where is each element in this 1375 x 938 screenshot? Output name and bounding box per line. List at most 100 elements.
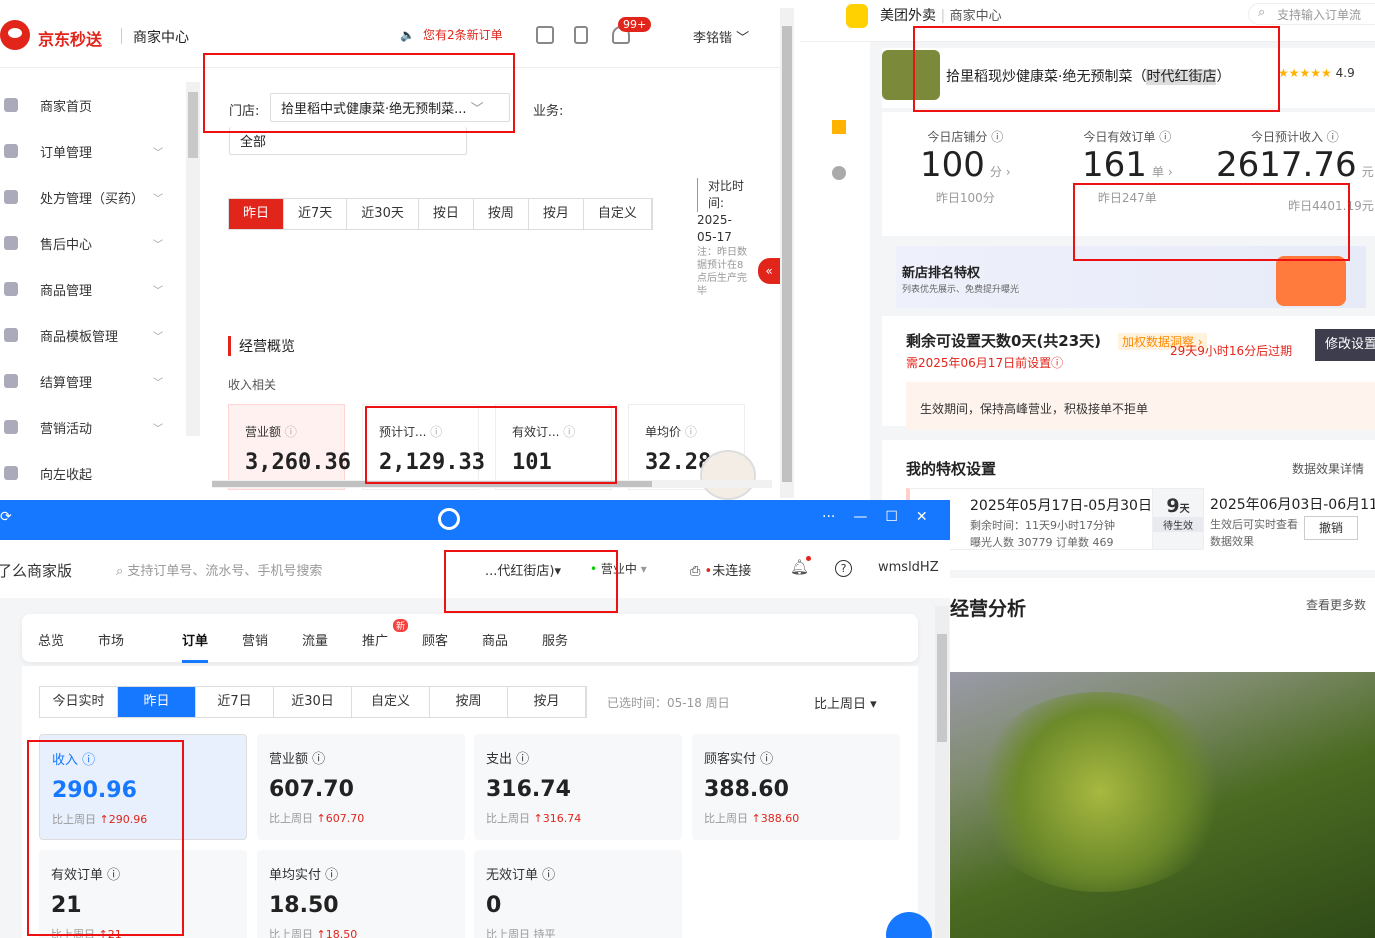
notify-badge: 99+ <box>618 17 652 32</box>
assistant-mascot-icon[interactable] <box>700 450 756 500</box>
nav-tab[interactable]: 推广 <box>362 630 388 649</box>
vertical-scrollbar[interactable] <box>780 8 794 498</box>
date-tab[interactable]: 按周 <box>474 199 529 229</box>
v-scroll-thumb[interactable] <box>782 26 792 482</box>
help-icon: ⓘ <box>684 425 697 439</box>
nav-tab[interactable]: 商品 <box>482 630 508 649</box>
refresh-icon[interactable]: ⟳ <box>0 509 12 525</box>
kpi-income[interactable]: 今日预计收入 ⓘ 2617.76 元 昨日4401.19元 <box>1216 128 1374 214</box>
new-order-alert[interactable]: 🔈 您有2条新订单 <box>400 26 503 43</box>
metric-card[interactable]: 单均实付 ⓘ 18.50 比上周日 ↑18.50 <box>257 850 465 938</box>
close-icon[interactable]: ✕ <box>916 509 928 525</box>
biz-more-link[interactable]: 查看更多数 <box>1306 596 1366 613</box>
date-tab[interactable]: 按日 <box>419 199 474 229</box>
store-label: 门店: <box>229 104 260 119</box>
business-select[interactable]: 全部 <box>229 127 467 155</box>
store-select[interactable]: 拾里稻中式健康菜·绝无预制菜... ﹀ <box>270 93 510 122</box>
sidebar-item[interactable]: 处方管理（买药） ﹀ <box>0 174 185 220</box>
business-status[interactable]: • 营业中 ▾ <box>590 560 647 577</box>
priv-period-2[interactable]: 2025年06月03日-06月11 生效后可实时查看 数据效果 撤销 <box>1204 488 1375 550</box>
nav-tab[interactable]: 流量 <box>302 630 328 649</box>
help-icon[interactable]: ? <box>835 560 852 577</box>
metric-value: 18.50 <box>269 893 339 918</box>
date-tab[interactable]: 按月 <box>508 687 586 717</box>
compare-select[interactable]: 比上周日 ▾ <box>814 693 877 712</box>
metric-valid-orders[interactable]: 有效订... ⓘ 101 <box>495 404 612 490</box>
nav-tab[interactable]: 服务 <box>542 630 568 649</box>
date-tab[interactable]: 近30天 <box>347 199 419 229</box>
collapse-tab[interactable]: « <box>758 258 780 284</box>
user-name[interactable]: wmsldHZ <box>878 560 939 575</box>
metric-estimated[interactable]: 预计订... ⓘ 2,129.33 <box>362 404 485 490</box>
date-tab[interactable]: 近7日 <box>196 687 274 717</box>
sidebar-item-label: 营销活动 <box>40 421 93 437</box>
date-tab[interactable]: 自定义 <box>352 687 430 717</box>
date-tab[interactable]: 按周 <box>430 687 508 717</box>
date-tab[interactable]: 自定义 <box>584 199 652 229</box>
nav-tab[interactable]: 顾客 <box>422 630 448 649</box>
ele-scroll-thumb[interactable] <box>937 634 947 742</box>
sidebar-item-label: 商品管理 <box>40 283 93 299</box>
pie-icon[interactable] <box>832 166 846 180</box>
sidebar-item[interactable]: 售后中心 ﹀ <box>0 220 185 266</box>
modify-settings-button[interactable]: 修改设置 <box>1315 329 1375 361</box>
user-menu[interactable]: 李铭锴 ﹀ <box>693 27 749 46</box>
date-tab[interactable]: 近7天 <box>284 199 348 229</box>
sidebar-item-label: 商品模板管理 <box>40 329 119 345</box>
metric-card[interactable]: 有效订单 ⓘ 21 比上周日 ↑21 <box>39 850 247 938</box>
date-tab[interactable]: 今日实时 <box>40 687 118 717</box>
nav-tab[interactable]: 营销 <box>242 630 268 649</box>
kpi-label: 今日有效订单 ⓘ <box>1083 130 1172 144</box>
ele-scrollbar[interactable] <box>935 606 949 938</box>
more-icon[interactable]: ··· <box>822 509 835 525</box>
bell-icon[interactable]: 🔔︎ <box>790 558 809 576</box>
date-tab[interactable]: 近30日 <box>274 687 352 717</box>
sidebar-item[interactable]: 商品管理 ﹀ <box>0 266 185 312</box>
kpi-orders[interactable]: 今日有效订单 ⓘ 161 单 › 昨日247单 <box>1082 128 1173 206</box>
ele-search-input[interactable]: ⌕ 支持订单号、流水号、手机号搜索 <box>116 560 322 579</box>
metric-card[interactable]: 营业额 ⓘ 607.70 比上周日 ↑607.70 <box>257 734 465 840</box>
minimize-icon[interactable]: — <box>853 509 867 525</box>
store-switcher[interactable]: ...代红街店)▾ <box>485 560 561 579</box>
sidebar-item[interactable]: 订单管理 ﹀ <box>0 128 185 174</box>
kpi-score[interactable]: 今日店铺分 ⓘ 100 分 › 昨日100分 <box>920 128 1011 206</box>
period-remain: 剩余时间：11天9小时17分钟 <box>970 519 1115 532</box>
period-stats: 曝光人数 30779 订单数 469 <box>970 536 1114 549</box>
remain-days: 剩余可设置天数0天(共23天) <box>906 332 1102 350</box>
sidebar-item-label: 售后中心 <box>40 237 93 253</box>
metric-card[interactable]: 顾客实付 ⓘ 388.60 比上周日 ↑388.60 <box>692 734 900 840</box>
phone-icon[interactable] <box>574 26 588 44</box>
sidebar-item[interactable]: 营销活动 ﹀ <box>0 404 185 450</box>
sidebar-scrollbar[interactable] <box>186 82 200 436</box>
nav-tab[interactable]: 市场 <box>98 630 124 649</box>
sidebar-item-label: 处方管理（买药） <box>40 191 145 207</box>
sidebar-item[interactable]: 结算管理 ﹀ <box>0 358 185 404</box>
printer-status[interactable]: ⎙ •未连接 <box>690 560 751 579</box>
metric-card[interactable]: 收入 ⓘ 290.96 比上周日 ↑290.96 <box>39 734 247 840</box>
maximize-icon[interactable]: ☐ <box>885 509 898 525</box>
metric-card[interactable]: 无效订单 ⓘ 0 比上周日 持平 <box>474 850 682 938</box>
metric-revenue[interactable]: 营业额 ⓘ 3,260.36 <box>228 404 351 490</box>
sidebar-scroll-thumb[interactable] <box>188 92 198 158</box>
horizontal-scrollbar[interactable] <box>212 480 772 488</box>
selected-period: 已选时间：05-18 周日 <box>607 696 730 710</box>
priv-details-link[interactable]: 数据效果详情 <box>1292 460 1364 477</box>
date-tab[interactable]: 按月 <box>529 199 584 229</box>
sidebar-item[interactable]: 商家首页 <box>0 82 185 128</box>
metric-compare: 比上周日 ↑21 <box>51 928 122 938</box>
metric-card[interactable]: 支出 ⓘ 316.74 比上周日 ↑316.74 <box>474 734 682 840</box>
sidebar-item[interactable]: 向左收起 <box>0 450 185 496</box>
date-tab[interactable]: 昨日 <box>118 687 196 717</box>
printer-icon[interactable] <box>536 26 554 44</box>
rank-banner[interactable]: 新店排名特权 列表优先展示、免费提升曝光 <box>896 246 1366 308</box>
kpi-label: 今日店铺分 ⓘ <box>927 130 1004 144</box>
menu-icon <box>4 98 18 112</box>
date-tab[interactable]: 昨日 <box>229 199 285 229</box>
sidebar-item[interactable]: 商品模板管理 ﹀ <box>0 312 185 358</box>
nav-tab[interactable]: 订单 <box>182 630 209 663</box>
h-scroll-thumb[interactable] <box>212 481 652 487</box>
nav-tab[interactable]: 总览 <box>38 630 64 649</box>
grid-icon[interactable] <box>832 120 846 134</box>
mt-search-input[interactable]: 支持输入订单流 <box>1248 3 1375 25</box>
cancel-button[interactable]: 撤销 <box>1304 516 1358 540</box>
